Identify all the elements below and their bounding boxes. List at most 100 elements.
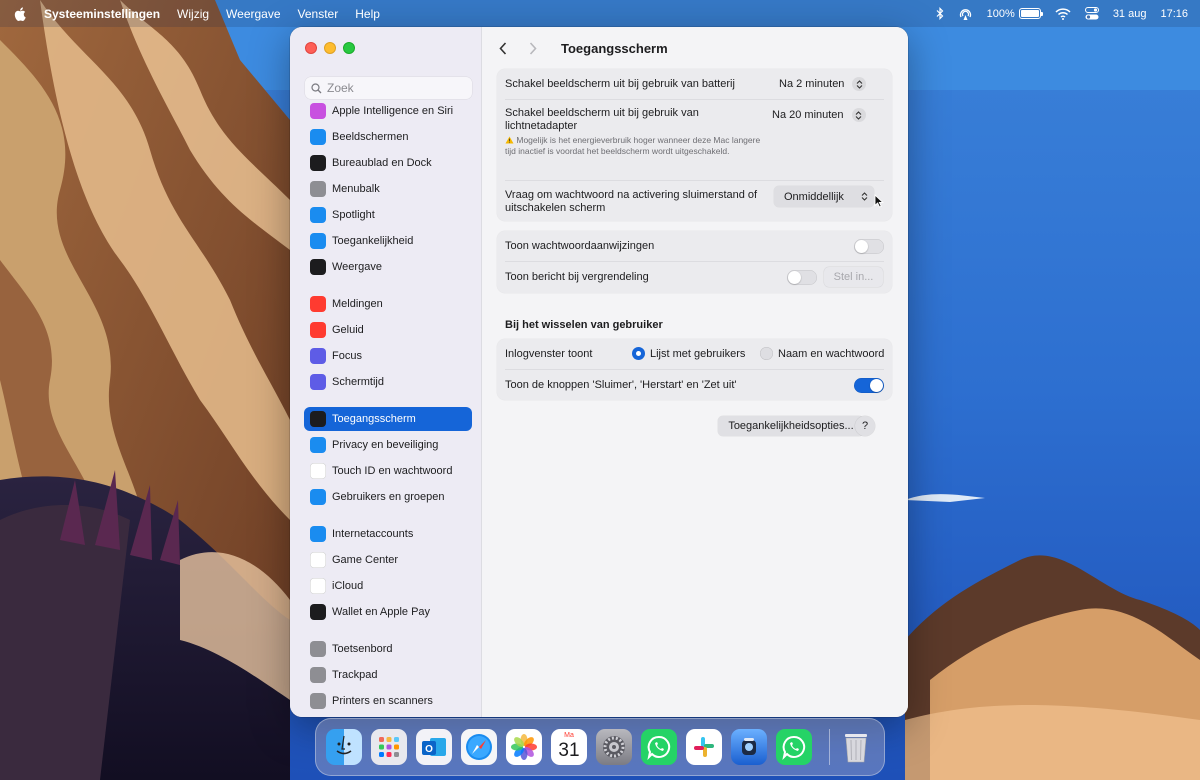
password-delay-popup[interactable]: Onmiddellijk: [774, 186, 874, 207]
battery-fill: [1020, 10, 1039, 17]
sidebar-item-bureaublad-en-dock[interactable]: Bureaublad en Dock: [304, 151, 472, 175]
slack-icon[interactable]: [686, 729, 722, 765]
sidebar-item-label: Bureaublad en Dock: [332, 157, 432, 169]
battery-percent: 100%: [986, 7, 1015, 20]
password-hints-toggle[interactable]: [854, 239, 884, 254]
accessibility-options-button[interactable]: Toegankelijkheidsopties...: [718, 416, 864, 436]
login-window-label: Inlogvenster toont: [505, 348, 593, 360]
sidebar-item-toegankelijkheid[interactable]: Toegankelijkheid: [304, 229, 472, 253]
menubar-date[interactable]: 31 aug: [1113, 8, 1147, 20]
outlook-icon[interactable]: O: [416, 729, 452, 765]
login-name-radio[interactable]: Naam en wachtwoord: [760, 347, 884, 360]
power-buttons-toggle[interactable]: [854, 378, 884, 393]
close-window-button[interactable]: [305, 42, 317, 54]
sidebar-item-weergave[interactable]: Weergave: [304, 255, 472, 279]
keyboard-icon: [310, 641, 326, 657]
lock-icon: [310, 411, 326, 427]
sidebar-item-label: Apple Intelligence en Siri: [332, 105, 454, 117]
sidebar-item-gebruikers-en-groepen[interactable]: Gebruikers en groepen: [304, 485, 472, 509]
stepper-updown-icon: [851, 108, 866, 122]
adapter-display-label-line1: Schakel beeldscherm uit bij gebruik van: [505, 107, 699, 119]
sidebar-item-wallet-en-apple-pay[interactable]: Wallet en Apple Pay: [304, 600, 472, 624]
menubar-icon: [310, 181, 326, 197]
sidebar-item-toegangsscherm[interactable]: Toegangsscherm: [304, 407, 472, 431]
menu-app-name[interactable]: Systeeminstellingen: [44, 7, 160, 21]
sidebar-item-beeldschermen[interactable]: Beeldschermen: [304, 125, 472, 149]
sidebar-item-menubalk[interactable]: Menubalk: [304, 177, 472, 201]
help-button[interactable]: ?: [855, 416, 875, 436]
photos-icon[interactable]: [506, 729, 542, 765]
sidebar-item-label: Gebruikers en groepen: [332, 491, 445, 503]
page-title: Toegangsscherm: [561, 40, 668, 56]
system-settings-icon[interactable]: [596, 729, 632, 765]
switch-user-group: Inlogvenster toont Lijst met gebruikers …: [497, 339, 892, 400]
trash-icon[interactable]: [838, 729, 874, 765]
apple-menu-icon[interactable]: [14, 6, 32, 21]
menu-venster[interactable]: Venster: [298, 7, 339, 21]
sidebar-item-meldingen[interactable]: Meldingen: [304, 292, 472, 316]
sidebar-item-game-center[interactable]: Game Center: [304, 548, 472, 572]
battery-display-row: Schakel beeldscherm uit bij gebruik van …: [497, 69, 892, 99]
menu-help[interactable]: Help: [355, 7, 380, 21]
bluetooth-icon[interactable]: [936, 7, 944, 20]
content-pane: Toegangsscherm Schakel beeldscherm uit b…: [483, 27, 908, 717]
trackpad-icon: [310, 667, 326, 683]
dock-separator: [829, 729, 830, 765]
menubar-time[interactable]: 17:16: [1160, 8, 1188, 20]
launchpad-icon[interactable]: [371, 729, 407, 765]
login-list-radio[interactable]: Lijst met gebruikers: [632, 347, 745, 360]
calendar-icon[interactable]: Ma 31: [551, 729, 587, 765]
whatsapp-icon[interactable]: [641, 729, 677, 765]
whatsapp-beta-icon[interactable]: [776, 729, 812, 765]
menu-wijzig[interactable]: Wijzig: [177, 7, 209, 21]
finder-icon[interactable]: [326, 729, 362, 765]
sidebar-item-geluid[interactable]: Geluid: [304, 318, 472, 342]
control-center-icon[interactable]: [1084, 7, 1099, 20]
airdrop-icon[interactable]: [958, 7, 973, 21]
app-icon[interactable]: [731, 729, 767, 765]
sidebar: Apple Intelligence en Siri Beeldschermen B…: [290, 27, 482, 717]
sidebar-item-apple-intelligence-en-siri[interactable]: Apple Intelligence en Siri: [304, 99, 472, 123]
sidebar-item-label: Weergave: [332, 261, 382, 273]
sidebar-list: Apple Intelligence en Siri Beeldschermen B…: [304, 87, 474, 717]
safari-icon[interactable]: [461, 729, 497, 765]
adapter-display-label-line2: lichtnetadapter: [505, 120, 578, 132]
wifi-icon[interactable]: [1055, 7, 1071, 20]
calendar-day: 31: [558, 740, 580, 761]
minimize-window-button[interactable]: [324, 42, 336, 54]
search-input[interactable]: [327, 81, 457, 95]
menu-bar: Systeeminstellingen Wijzig Weergave Vens…: [0, 0, 1200, 27]
radio-dot: [760, 347, 773, 360]
adapter-display-note: Mogelijk is het energieverbruik hoger wa…: [505, 135, 767, 157]
stepper-updown-icon: [852, 77, 867, 91]
sidebar-item-privacy-en-beveiliging[interactable]: Privacy en beveiliging: [304, 433, 472, 457]
sidebar-item-label: Internetaccounts: [332, 528, 414, 540]
sidebar-item-icloud[interactable]: iCloud: [304, 574, 472, 598]
sidebar-item-label: Wallet en Apple Pay: [332, 606, 431, 618]
lock-message-toggle[interactable]: [787, 270, 817, 285]
cloud-icon: [310, 578, 326, 594]
menu-weergave[interactable]: Weergave: [226, 7, 280, 21]
sidebar-item-schermtijd[interactable]: Schermtijd: [304, 370, 472, 394]
sidebar-item-spotlight[interactable]: Spotlight: [304, 203, 472, 227]
zoom-window-button[interactable]: [343, 42, 355, 54]
hand-icon: [310, 437, 326, 453]
password-delay-row: Vraag om wachtwoord na activering sluime…: [497, 181, 892, 221]
toolbar: Toegangsscherm: [483, 27, 908, 69]
sidebar-item-trackpad[interactable]: Trackpad: [304, 663, 472, 687]
adapter-display-popup[interactable]: Na 20 minuten: [772, 106, 866, 124]
battery-display-popup[interactable]: Na 2 minuten: [779, 75, 867, 93]
lock-message-set-button[interactable]: Stel in...: [824, 267, 883, 287]
toggle-knob: [870, 379, 883, 392]
game-center-icon: [310, 552, 326, 568]
sun-icon: [310, 129, 326, 145]
forward-button[interactable]: [521, 36, 545, 60]
battery-indicator[interactable]: 100%: [986, 7, 1043, 20]
sidebar-item-printers-en-scanners[interactable]: Printers en scanners: [304, 689, 472, 713]
sidebar-item-focus[interactable]: Focus: [304, 344, 472, 368]
sidebar-item-touch-id-en-wachtwoord[interactable]: Touch ID en wachtwoord: [304, 459, 472, 483]
back-button[interactable]: [491, 36, 515, 60]
sidebar-item-internetaccounts[interactable]: Internetaccounts: [304, 522, 472, 546]
sidebar-item-toetsenbord[interactable]: Toetsenbord: [304, 637, 472, 661]
search-field[interactable]: [305, 77, 472, 99]
